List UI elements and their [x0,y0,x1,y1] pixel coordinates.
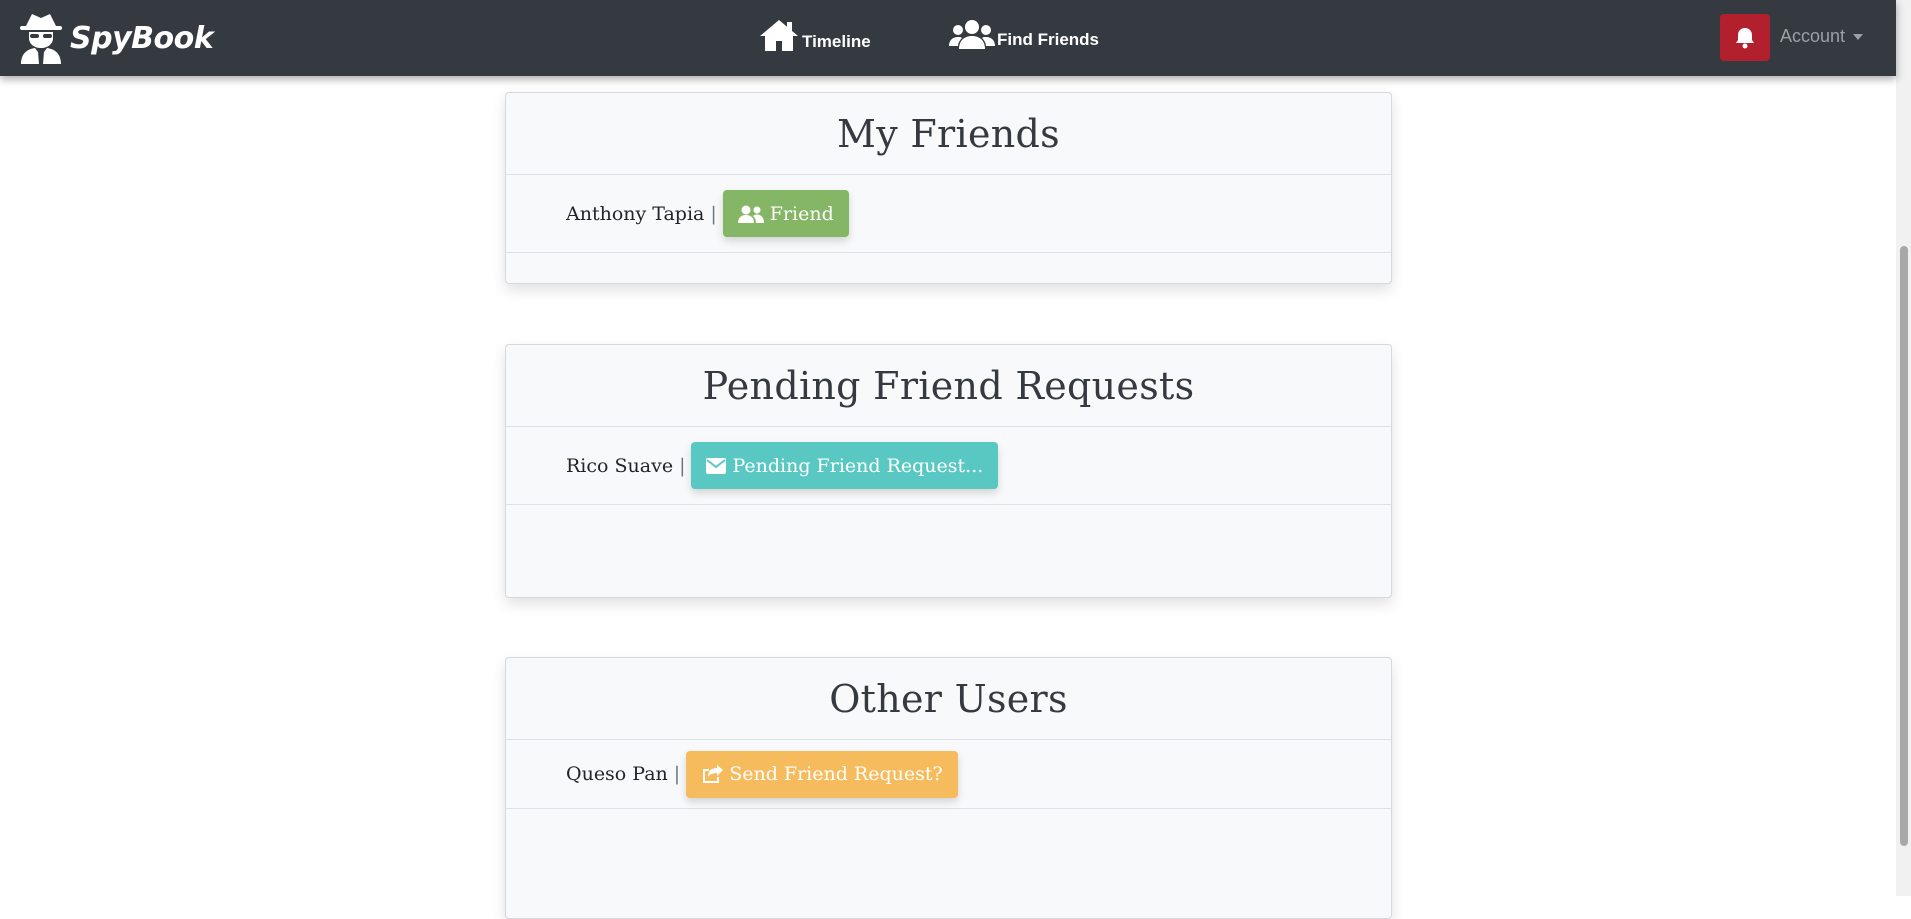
separator: | [710,202,717,225]
page-scrollbar[interactable] [1896,0,1911,896]
top-navbar: SpyBook Timeline Find Friends Account [0,0,1896,76]
my-friends-header: My Friends [506,93,1391,175]
spy-icon [20,14,62,64]
caret-down-icon [1853,33,1864,40]
separator: | [679,454,686,477]
user-friends-icon [737,205,764,223]
bell-icon [1736,27,1754,48]
users-icon [949,20,995,49]
nav-find-friends-link[interactable]: Find Friends [949,18,1099,50]
list-item: Anthony Tapia | Friend [506,175,1391,253]
notifications-button[interactable] [1720,14,1770,61]
user-name[interactable]: Anthony Tapia [566,203,704,225]
other-users-title: Other Users [829,676,1068,721]
send-friend-request-label: Send Friend Request? [729,763,943,785]
list-item: Rico Suave | Pending Friend Request... [506,427,1391,505]
scrollbar-thumb[interactable] [1900,246,1908,846]
account-label: Account [1780,26,1846,46]
friend-button[interactable]: Friend [722,190,849,237]
other-users-header: Other Users [506,658,1391,740]
friend-button-label: Friend [769,202,834,225]
brand-name: SpyBook [70,20,214,56]
user-name[interactable]: Rico Suave [566,455,673,477]
envelope-icon [706,457,727,474]
pending-request-button-label: Pending Friend Request... [732,454,984,477]
nav-timeline-label: Timeline [802,32,871,51]
nav-timeline-link[interactable]: Timeline [758,18,871,52]
my-friends-title: My Friends [837,111,1060,156]
other-users-card: Other Users Queso Pan | Send Friend Requ… [505,657,1392,919]
separator: | [673,763,681,785]
pending-requests-title: Pending Friend Requests [702,363,1195,408]
pending-requests-header: Pending Friend Requests [506,345,1391,427]
nav-find-friends-label: Find Friends [997,30,1099,49]
pending-request-button[interactable]: Pending Friend Request... [691,442,999,489]
user-name[interactable]: Queso Pan [566,763,668,785]
send-friend-request-button[interactable]: Send Friend Request? [686,750,958,798]
account-dropdown[interactable]: Account [1780,26,1864,47]
home-icon [760,20,798,51]
pending-requests-card: Pending Friend Requests Rico Suave | Pen… [505,344,1392,598]
my-friends-card: My Friends Anthony Tapia | Friend [505,92,1392,284]
list-item: Queso Pan | Send Friend Request? [506,740,1391,809]
share-square-icon [703,765,724,783]
brand-link[interactable]: SpyBook [18,12,214,64]
